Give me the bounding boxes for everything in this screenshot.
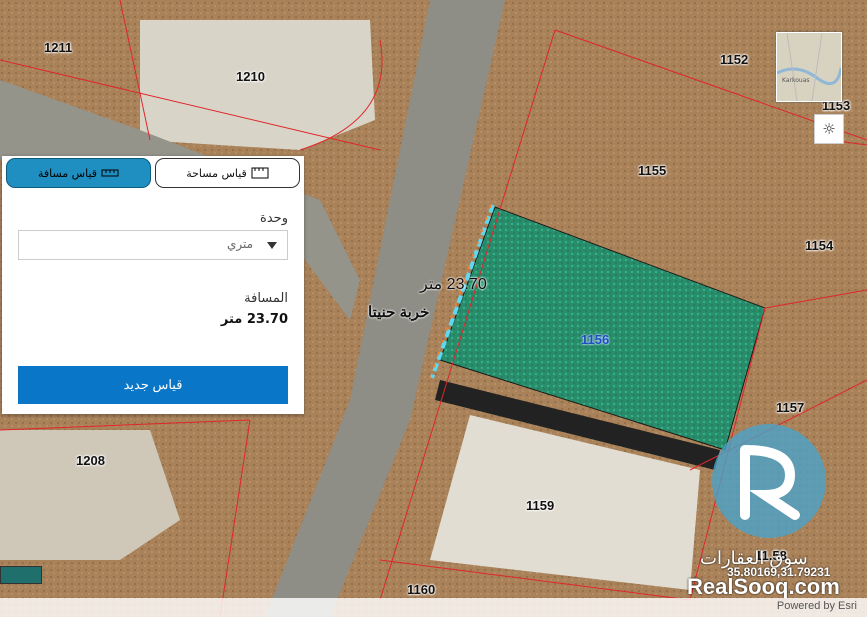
distance-measure-icon [101, 169, 119, 177]
attribution-text: Powered by Esri [776, 600, 857, 612]
parcel-label-1155: 1155 [638, 163, 667, 178]
unit-select-value: متري [226, 237, 253, 251]
tab-area-label: قياس مساحة [186, 166, 247, 180]
parcel-label-1160: 1160 [407, 582, 436, 597]
overview-map-graphic [777, 33, 841, 101]
distance-value: 23.70 متر [220, 312, 288, 327]
overview-map[interactable]: Karkouas [776, 32, 842, 102]
overview-place-label: Karkouas [782, 77, 810, 84]
parcel-label-1208: 1208 [76, 453, 105, 468]
measurement-label: 23.70 متر [420, 276, 487, 293]
measure-panel: قياس مساحة قياس مسافة وحدة متري المسافة … [2, 156, 304, 414]
parcel-label-1156: 1156 [581, 332, 610, 347]
unit-select[interactable]: متري [18, 230, 288, 260]
parcel-label-1159: 1159 [526, 498, 555, 513]
chevron-down-icon [267, 242, 277, 249]
watermark-brand-en: RealSooq.com [687, 574, 840, 599]
basemap-toggle-button[interactable]: ☼ [814, 114, 844, 144]
distance-label: المسافة [244, 291, 288, 306]
sun-icon: ☼ [822, 120, 836, 138]
parcel-label-1157: 1157 [776, 400, 805, 415]
tab-distance-measure[interactable]: قياس مسافة [6, 158, 151, 188]
parcel-label-1154: 1154 [805, 238, 834, 253]
tab-area-measure[interactable]: قياس مساحة [155, 158, 300, 188]
parcel-label-1210: 1210 [236, 69, 265, 84]
unit-label: وحدة [260, 211, 288, 226]
tab-distance-label: قياس مسافة [37, 166, 98, 180]
parcel-label-1152: 1152 [720, 52, 749, 67]
map-scale-box [0, 566, 42, 584]
watermark-circle [712, 424, 826, 538]
area-measure-icon [251, 167, 269, 179]
attribution-bar: Powered by Esri [0, 598, 867, 617]
parcel-label-1211: 1211 [44, 40, 73, 55]
new-measure-button[interactable]: قياس جديد [18, 366, 288, 404]
place-name-label: خربة حنيتا [368, 304, 430, 321]
building-1210 [140, 20, 375, 150]
